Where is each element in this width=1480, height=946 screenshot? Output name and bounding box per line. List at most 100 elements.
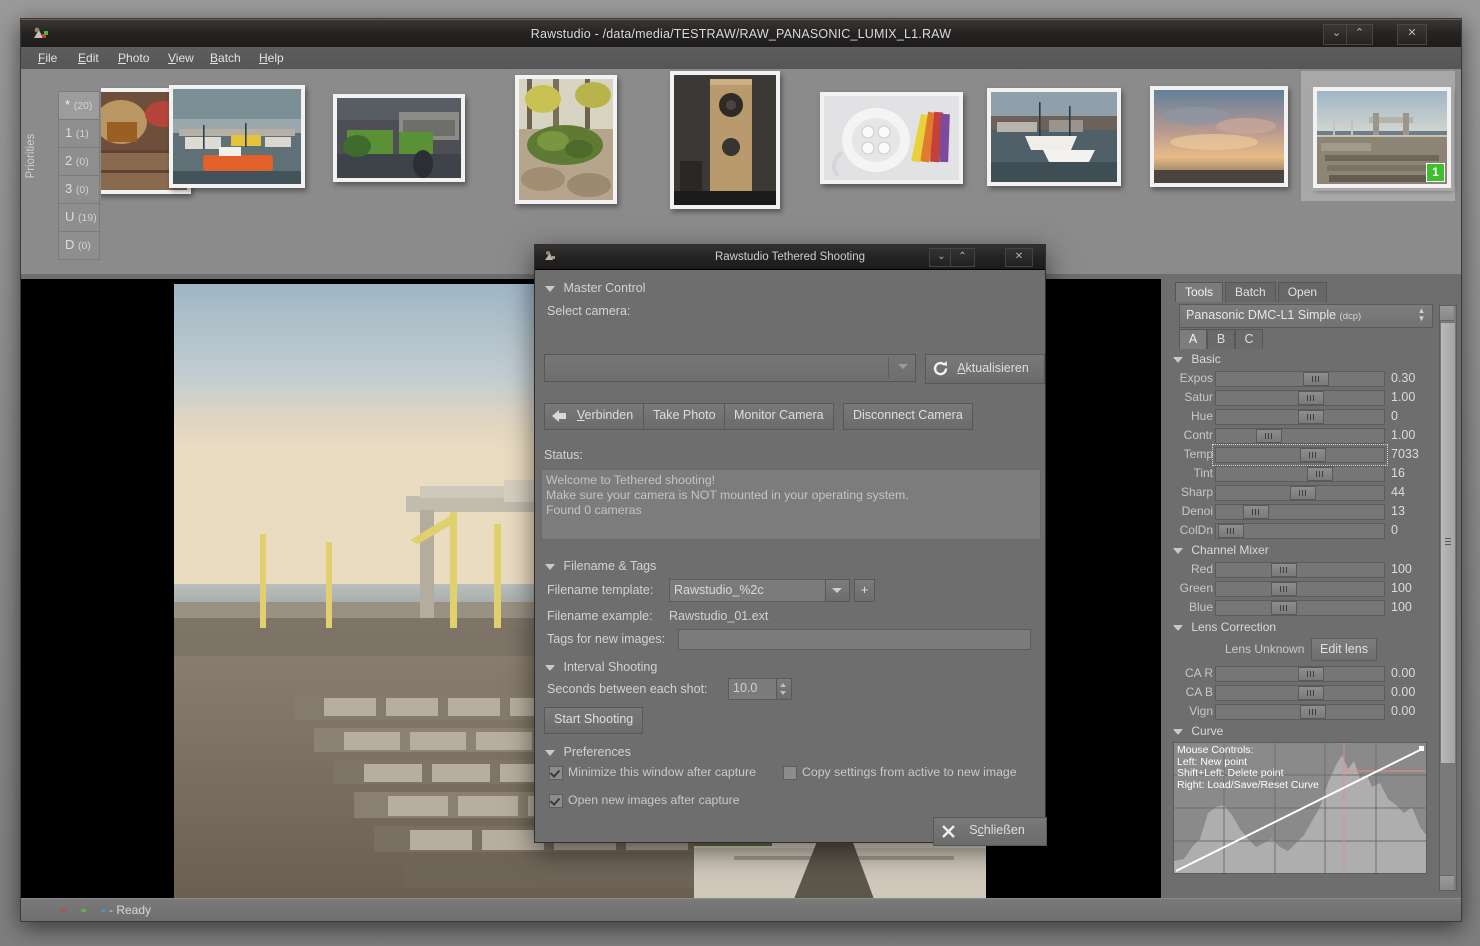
slider-denoise[interactable]: Denoi 13 bbox=[1169, 502, 1439, 521]
checkbox-label[interactable]: Copy settings from active to new image bbox=[802, 765, 1017, 779]
checkbox-open-new-images[interactable] bbox=[549, 794, 563, 808]
section-header-preferences[interactable]: Preferences bbox=[545, 745, 631, 759]
window-close-button[interactable]: ✕ bbox=[1397, 24, 1427, 45]
tab-batch[interactable]: Batch bbox=[1225, 282, 1276, 302]
filename-template-dropdown-button[interactable] bbox=[825, 579, 850, 602]
slider-track[interactable] bbox=[1215, 371, 1385, 387]
priority-tab-1[interactable]: 1 (1) bbox=[58, 119, 100, 147]
dialog-maximize-button[interactable]: ⌃ bbox=[950, 248, 975, 267]
monitor-camera-button[interactable]: Monitor Camera bbox=[724, 403, 834, 430]
slider-track[interactable] bbox=[1215, 581, 1385, 597]
section-header-interval-shooting[interactable]: Interval Shooting bbox=[545, 660, 657, 674]
slider-knob[interactable] bbox=[1298, 686, 1325, 700]
slider-track[interactable] bbox=[1215, 685, 1385, 701]
section-header-basic[interactable]: Basic bbox=[1173, 351, 1439, 368]
menu-help[interactable]: Help bbox=[252, 47, 291, 69]
checkbox-minimize-after-capture[interactable] bbox=[549, 766, 563, 780]
slider-knob[interactable] bbox=[1289, 486, 1316, 500]
slider-knob[interactable] bbox=[1298, 667, 1325, 681]
slider-track[interactable] bbox=[1215, 523, 1385, 539]
slider-knob[interactable] bbox=[1242, 505, 1269, 519]
slider-track[interactable] bbox=[1215, 466, 1385, 482]
seconds-stepper[interactable] bbox=[776, 678, 792, 700]
slider-saturation[interactable]: Satur 1.00 bbox=[1169, 388, 1439, 407]
slider-knob[interactable] bbox=[1271, 582, 1298, 596]
list-item[interactable]: 1 bbox=[1313, 87, 1451, 188]
slider-track[interactable] bbox=[1215, 562, 1385, 578]
slider-blue[interactable]: Blue 100 bbox=[1169, 598, 1439, 617]
tab-open[interactable]: Open bbox=[1277, 282, 1328, 302]
slider-exposure[interactable]: Expos 0.30 bbox=[1169, 369, 1439, 388]
slider-green[interactable]: Green 100 bbox=[1169, 579, 1439, 598]
section-header-master-control[interactable]: Master Control bbox=[545, 281, 645, 295]
curve-editor[interactable]: Mouse Controls: Left: New point Shift+Le… bbox=[1173, 742, 1427, 874]
edit-lens-button[interactable]: Edit lens bbox=[1311, 638, 1377, 661]
dialog-titlebar[interactable]: Rawstudio Tethered Shooting ⌄ ⌃ ✕ bbox=[535, 245, 1045, 270]
slider-track[interactable] bbox=[1215, 485, 1385, 501]
list-item[interactable] bbox=[820, 92, 963, 184]
slider-knob[interactable] bbox=[1300, 705, 1326, 719]
slider-track[interactable] bbox=[1215, 409, 1385, 425]
slider-ca-red[interactable]: CA R 0.00 bbox=[1169, 664, 1439, 683]
camera-select[interactable] bbox=[544, 354, 916, 382]
menu-view[interactable]: View bbox=[161, 47, 201, 69]
add-template-button[interactable]: + bbox=[854, 579, 875, 602]
section-header-filename-tags[interactable]: Filename & Tags bbox=[545, 559, 656, 573]
window-titlebar[interactable]: Rawstudio - /data/media/TESTRAW/RAW_PANA… bbox=[21, 19, 1461, 49]
tool-panel-scrollbar[interactable] bbox=[1439, 305, 1457, 891]
slider-color-denoise[interactable]: ColDn 0 bbox=[1169, 521, 1439, 540]
slider-sharpen[interactable]: Sharp 44 bbox=[1169, 483, 1439, 502]
stepper-up-icon[interactable] bbox=[780, 683, 786, 687]
priority-tab-u[interactable]: U (19) bbox=[58, 203, 100, 231]
slider-knob[interactable] bbox=[1300, 448, 1326, 462]
dialog-close-button[interactable]: ✕ bbox=[1005, 248, 1033, 267]
slider-ca-blue[interactable]: CA B 0.00 bbox=[1169, 683, 1439, 702]
slider-contrast[interactable]: Contr 1.00 bbox=[1169, 426, 1439, 445]
list-item[interactable] bbox=[670, 71, 780, 209]
disconnect-camera-button[interactable]: Disconnect Camera bbox=[843, 403, 973, 430]
slider-track[interactable] bbox=[1215, 704, 1385, 720]
filename-template-input[interactable]: Rawstudio_%2c bbox=[669, 579, 830, 602]
priority-tab-star[interactable]: * (20) bbox=[58, 91, 100, 119]
section-header-channel-mixer[interactable]: Channel Mixer bbox=[1173, 542, 1439, 559]
list-item[interactable] bbox=[333, 94, 465, 182]
section-header-curve[interactable]: Curve bbox=[1173, 723, 1439, 740]
slider-track[interactable] bbox=[1215, 600, 1385, 616]
list-item[interactable] bbox=[987, 88, 1121, 186]
list-item[interactable] bbox=[515, 75, 617, 204]
menu-file[interactable]: File bbox=[31, 47, 64, 69]
connect-button[interactable]: Verbinden bbox=[544, 403, 654, 430]
checkbox-label[interactable]: Open new images after capture bbox=[568, 793, 740, 807]
scroll-down-arrow-icon[interactable] bbox=[1440, 875, 1454, 890]
slider-temperature[interactable]: Temp 7033 bbox=[1169, 444, 1439, 466]
window-maximize-button[interactable]: ⌃ bbox=[1346, 24, 1373, 45]
slider-knob[interactable] bbox=[1217, 524, 1244, 538]
slider-tint[interactable]: Tint 16 bbox=[1169, 464, 1439, 483]
checkbox-label[interactable]: Minimize this window after capture bbox=[568, 765, 756, 779]
tags-input[interactable] bbox=[678, 629, 1031, 650]
slider-red[interactable]: Red 100 bbox=[1169, 560, 1439, 579]
slider-knob[interactable] bbox=[1303, 372, 1330, 386]
snapshot-tab-a[interactable]: A bbox=[1179, 329, 1207, 349]
scrollbar-thumb[interactable] bbox=[1440, 322, 1456, 764]
stepper-down-icon[interactable] bbox=[780, 691, 786, 695]
slider-track[interactable] bbox=[1212, 444, 1388, 466]
list-item[interactable] bbox=[169, 85, 305, 188]
menu-photo[interactable]: Photo bbox=[111, 47, 156, 69]
thumbnail-strip[interactable]: 1 bbox=[101, 69, 1461, 255]
slider-track[interactable] bbox=[1215, 504, 1385, 520]
snapshot-tab-c[interactable]: C bbox=[1235, 329, 1263, 349]
profile-select[interactable]: Panasonic DMC-L1 Simple (dcp) ▲ ▼ bbox=[1179, 304, 1433, 328]
slider-vignetting[interactable]: Vign 0.00 bbox=[1169, 702, 1439, 721]
menu-batch[interactable]: Batch bbox=[203, 47, 248, 69]
slider-track[interactable] bbox=[1215, 390, 1385, 406]
priority-tab-d[interactable]: D (0) bbox=[58, 231, 100, 260]
snapshot-tab-b[interactable]: B bbox=[1207, 329, 1235, 349]
slider-knob[interactable] bbox=[1298, 410, 1325, 424]
scroll-up-arrow-icon[interactable] bbox=[1440, 306, 1454, 321]
priority-tab-2[interactable]: 2 (0) bbox=[58, 147, 100, 175]
slider-knob[interactable] bbox=[1256, 429, 1283, 443]
close-dialog-button[interactable]: Schließen bbox=[933, 817, 1047, 846]
take-photo-button[interactable]: Take Photo bbox=[643, 403, 726, 430]
slider-knob[interactable] bbox=[1271, 563, 1298, 577]
